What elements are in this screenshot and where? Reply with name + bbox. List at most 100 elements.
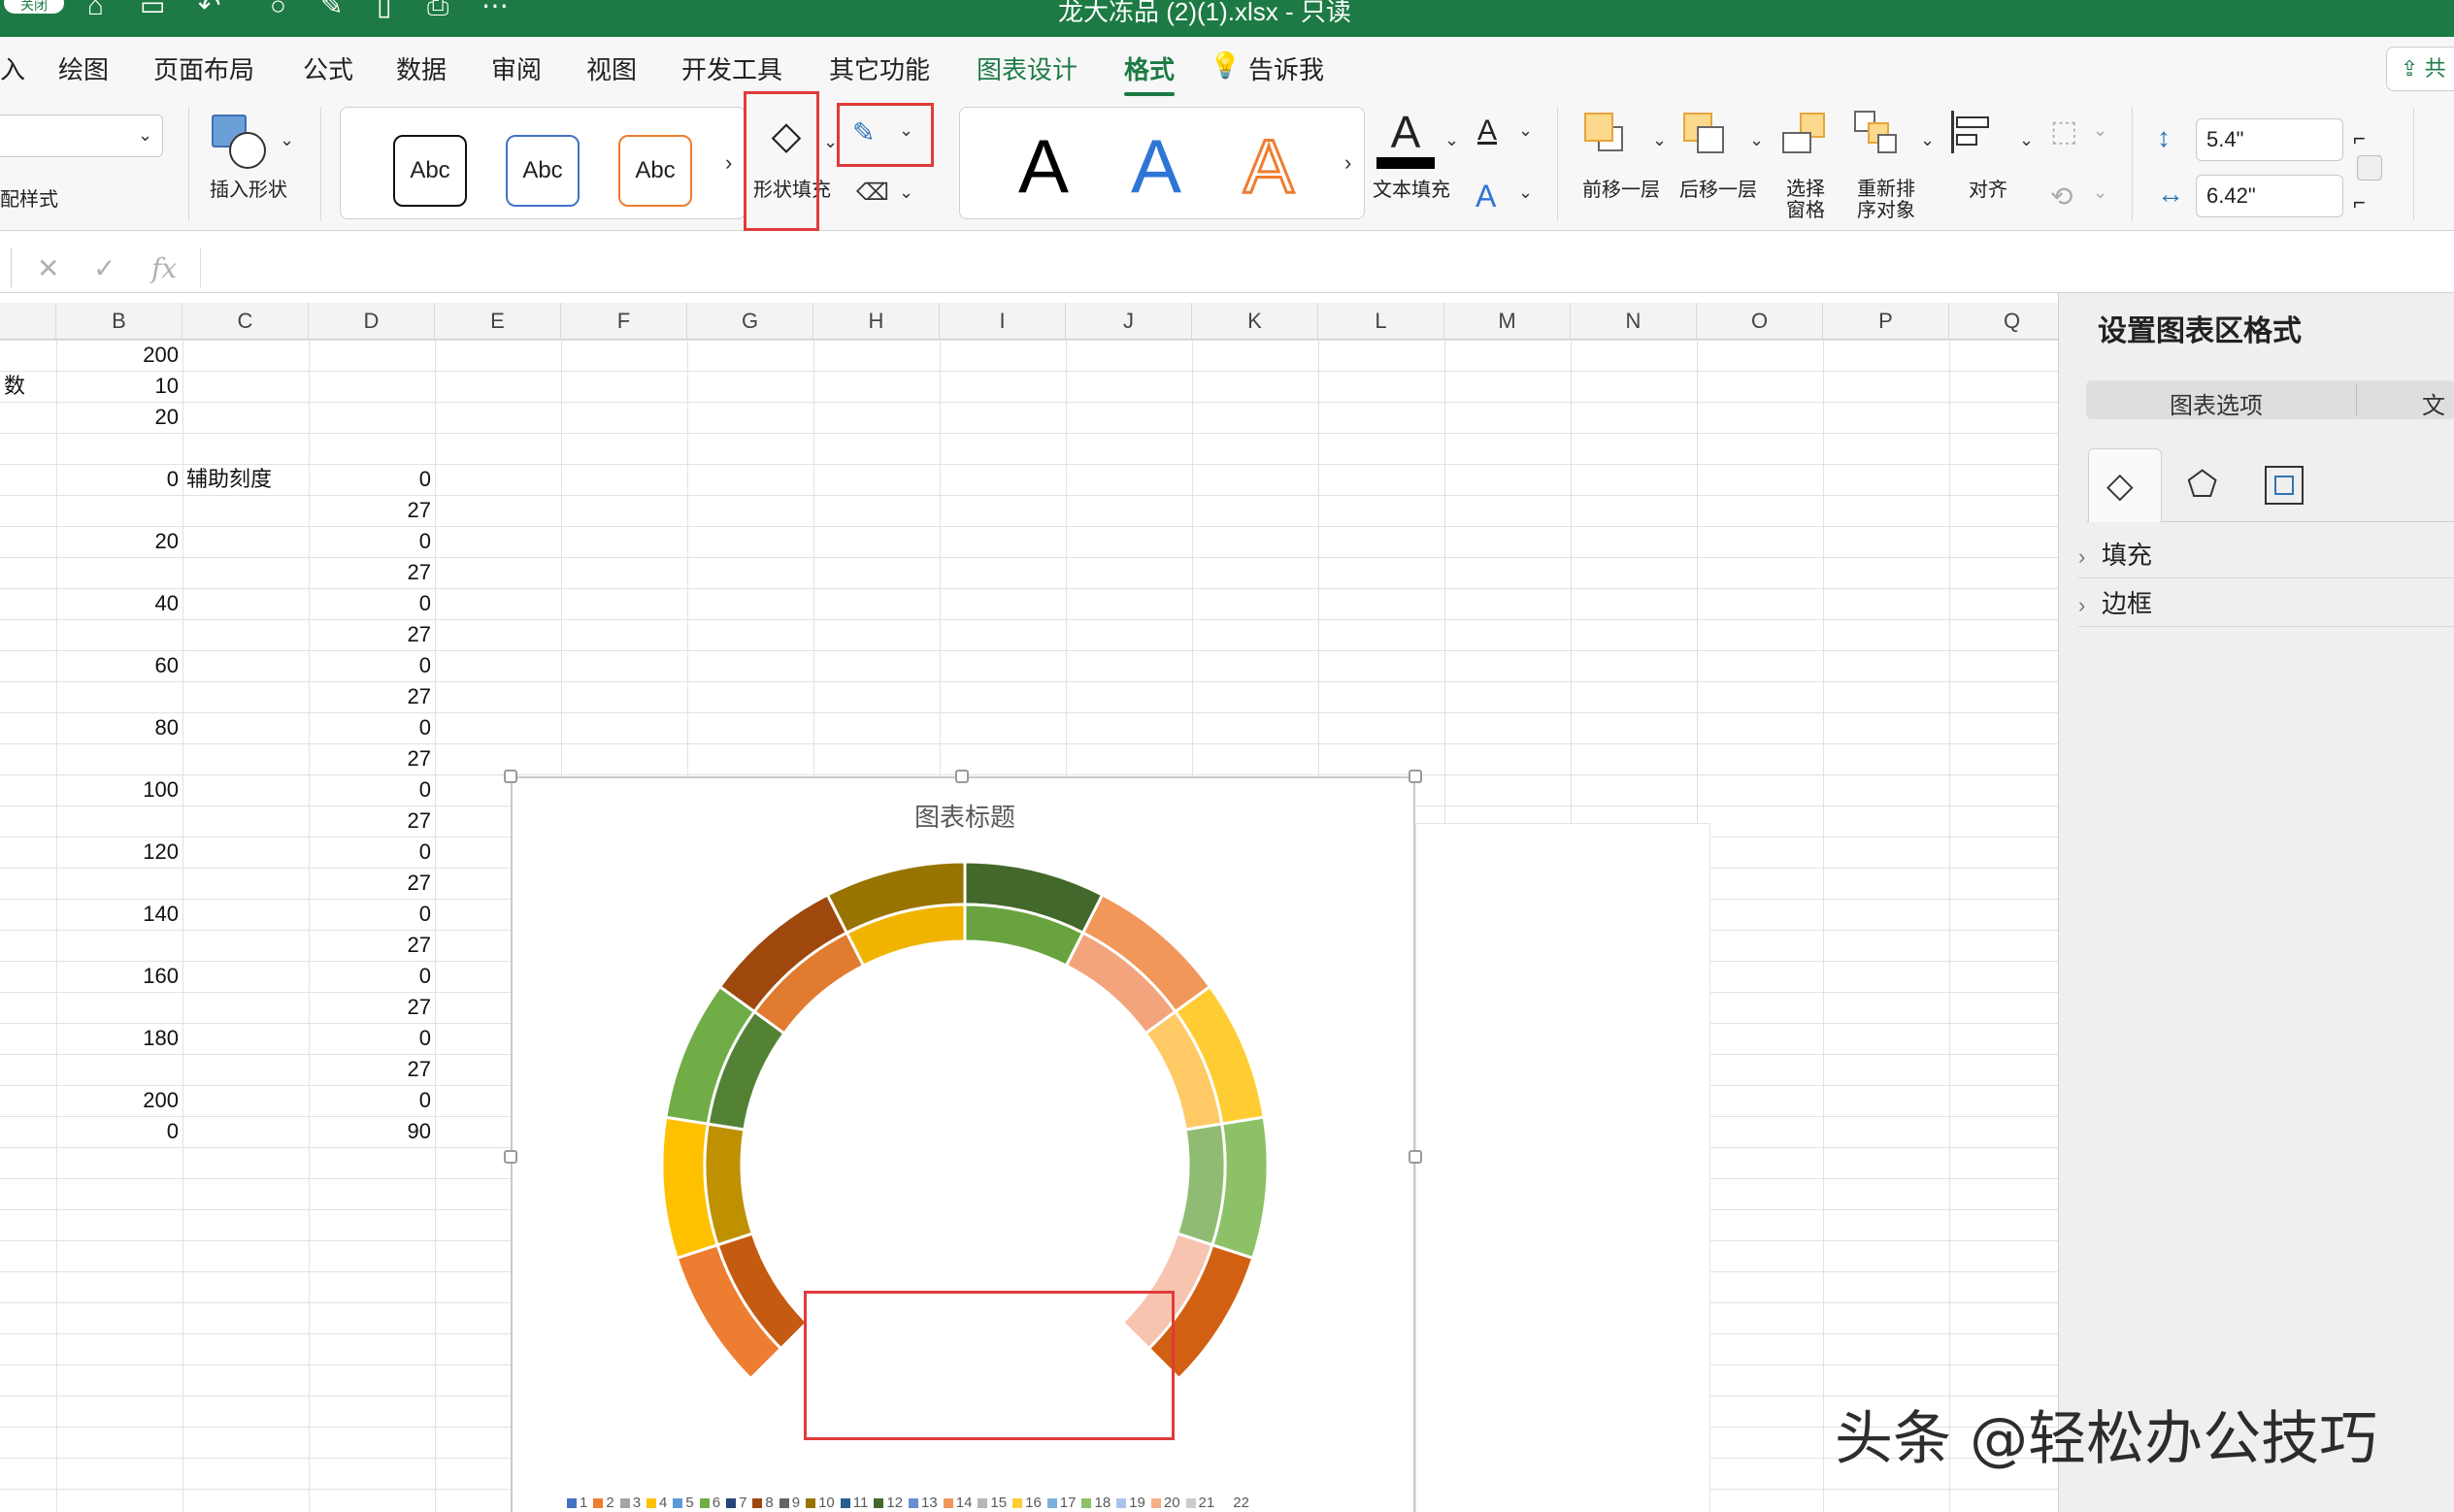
tab-size-properties[interactable] <box>2247 448 2321 522</box>
share-button[interactable]: ⇪ 共 <box>2386 47 2454 91</box>
cell-d[interactable]: 27 <box>309 619 435 650</box>
cell-d[interactable]: 27 <box>309 557 435 588</box>
cell-b[interactable]: 80 <box>56 712 182 743</box>
cell-d[interactable]: 0 <box>309 774 435 805</box>
more-icon[interactable]: ⋯ <box>481 0 509 19</box>
legend-entry[interactable]: 19 <box>1116 1495 1145 1511</box>
column-header[interactable]: B <box>56 303 182 340</box>
reorder-objects-icon[interactable] <box>1854 111 1897 153</box>
formula-input[interactable] <box>204 245 2454 291</box>
resize-handle-n[interactable] <box>955 770 969 783</box>
wordart-blue[interactable]: A <box>1131 127 1181 205</box>
edit-icon[interactable]: ✎ <box>320 0 343 19</box>
cell-b[interactable]: 10 <box>56 371 182 402</box>
cell-d[interactable]: 0 <box>309 588 435 619</box>
column-header[interactable]: L <box>1318 303 1444 340</box>
send-backward-icon[interactable] <box>1683 113 1724 153</box>
legend-entry[interactable]: 13 <box>909 1495 938 1511</box>
tab-data[interactable]: 数据 <box>396 50 447 86</box>
column-header[interactable]: H <box>813 303 940 340</box>
resize-handle-ne[interactable] <box>1409 770 1422 783</box>
column-header[interactable]: E <box>435 303 561 340</box>
undo-icon[interactable]: ↶ <box>198 0 220 19</box>
cell-d[interactable]: 0 <box>309 464 435 495</box>
tab-formulas[interactable]: 公式 <box>303 50 353 86</box>
chevron-down-icon[interactable]: ⌄ <box>899 182 913 203</box>
tab-format[interactable]: 格式 <box>1124 50 1176 96</box>
bring-forward-label[interactable]: 前移一层 <box>1582 179 1660 202</box>
insert-shape-icon[interactable] <box>210 113 268 171</box>
cell-b[interactable]: 200 <box>56 340 182 371</box>
column-header-a[interactable] <box>0 303 56 340</box>
cell-d[interactable]: 27 <box>309 743 435 774</box>
cell-b[interactable]: 20 <box>56 402 182 433</box>
cell-d[interactable]: 27 <box>309 930 435 961</box>
cell-b[interactable]: 40 <box>56 588 182 619</box>
tab-chart-design[interactable]: 图表设计 <box>977 50 1078 86</box>
column-header[interactable]: M <box>1444 303 1571 340</box>
new-file-icon[interactable]: ▯ <box>377 0 391 19</box>
cell-d[interactable]: 0 <box>309 1023 435 1054</box>
resize-handle-nw[interactable] <box>504 770 517 783</box>
gallery-next-icon[interactable]: › <box>1344 150 1351 176</box>
gallery-next-icon[interactable]: › <box>725 150 732 176</box>
legend-entry[interactable]: 1 <box>567 1495 587 1511</box>
cell-d[interactable]: 90 <box>309 1116 435 1147</box>
cell-b[interactable]: 180 <box>56 1023 182 1054</box>
eraser-icon[interactable]: ⌫ <box>856 179 889 207</box>
legend-entry[interactable]: 2 <box>593 1495 614 1511</box>
chevron-down-icon[interactable]: ⌄ <box>1518 120 1533 141</box>
save-icon[interactable]: ▭ <box>140 0 165 19</box>
column-header[interactable]: I <box>940 303 1066 340</box>
cell-d[interactable]: 27 <box>309 868 435 899</box>
column-header[interactable]: N <box>1571 303 1697 340</box>
size-dialog-launcher-bottom[interactable]: ⌐ <box>2353 190 2366 215</box>
shape-style-blue[interactable]: Abc <box>506 135 580 207</box>
cell-d[interactable]: 27 <box>309 681 435 712</box>
text-fill-icon[interactable]: A <box>1376 107 1435 175</box>
text-fill-label[interactable]: 文本填充 <box>1373 179 1450 202</box>
lock-aspect-checkbox[interactable] <box>2357 155 2382 181</box>
inner-ring-segment[interactable] <box>703 1122 755 1247</box>
column-header[interactable]: C <box>182 303 309 340</box>
legend-entry[interactable]: 3 <box>619 1495 641 1511</box>
wordart-black[interactable]: A <box>1018 127 1069 205</box>
align-label[interactable]: 对齐 <box>1969 179 2007 202</box>
rotate-icon[interactable]: ⟲ <box>2050 181 2073 213</box>
cancel-icon[interactable]: ✕ <box>37 252 59 284</box>
shape-style-black[interactable]: Abc <box>393 135 467 207</box>
tab-chart-options[interactable]: 图表选项 <box>2170 386 2263 420</box>
cell-b[interactable]: 200 <box>56 1085 182 1116</box>
column-header[interactable]: F <box>561 303 687 340</box>
column-header[interactable]: P <box>1823 303 1949 340</box>
cell-b[interactable]: 120 <box>56 837 182 868</box>
cell-b[interactable]: 60 <box>56 650 182 681</box>
column-header[interactable]: G <box>687 303 813 340</box>
cell-d[interactable]: 27 <box>309 992 435 1023</box>
legend-entry[interactable]: 11 <box>840 1495 868 1511</box>
print-icon[interactable]: ⎙ <box>427 0 448 19</box>
legend-entry[interactable]: 9 <box>779 1495 800 1511</box>
legend-entry[interactable]: 5 <box>673 1495 694 1511</box>
cell-b[interactable]: 0 <box>56 1116 182 1147</box>
cell-d[interactable]: 0 <box>309 899 435 930</box>
tab-page-layout[interactable]: 页面布局 <box>153 50 254 86</box>
legend-entry[interactable]: 7 <box>726 1495 746 1511</box>
section-border[interactable]: › 边框 <box>2078 580 2454 627</box>
shape-width-input[interactable]: 6.42" <box>2196 175 2343 217</box>
tab-effects[interactable]: ⬠ <box>2168 448 2241 522</box>
tab-other-features[interactable]: 其它功能 <box>829 50 930 86</box>
tab-review[interactable]: 审阅 <box>491 50 542 86</box>
function-icon[interactable]: fx <box>151 252 177 284</box>
legend-entry[interactable]: 20 <box>1150 1495 1180 1511</box>
cell-b[interactable]: 100 <box>56 774 182 805</box>
legend-entry[interactable]: 18 <box>1081 1495 1111 1511</box>
cell-b[interactable]: 20 <box>56 526 182 557</box>
confirm-icon[interactable]: ✓ <box>93 252 116 284</box>
column-header[interactable]: O <box>1697 303 1823 340</box>
tab-fill-line[interactable]: ◇ <box>2088 448 2162 522</box>
cell-d[interactable]: 0 <box>309 1085 435 1116</box>
bring-forward-icon[interactable] <box>1584 113 1623 151</box>
chevron-down-icon[interactable]: ⌄ <box>1444 130 1459 150</box>
column-header[interactable]: J <box>1066 303 1192 340</box>
